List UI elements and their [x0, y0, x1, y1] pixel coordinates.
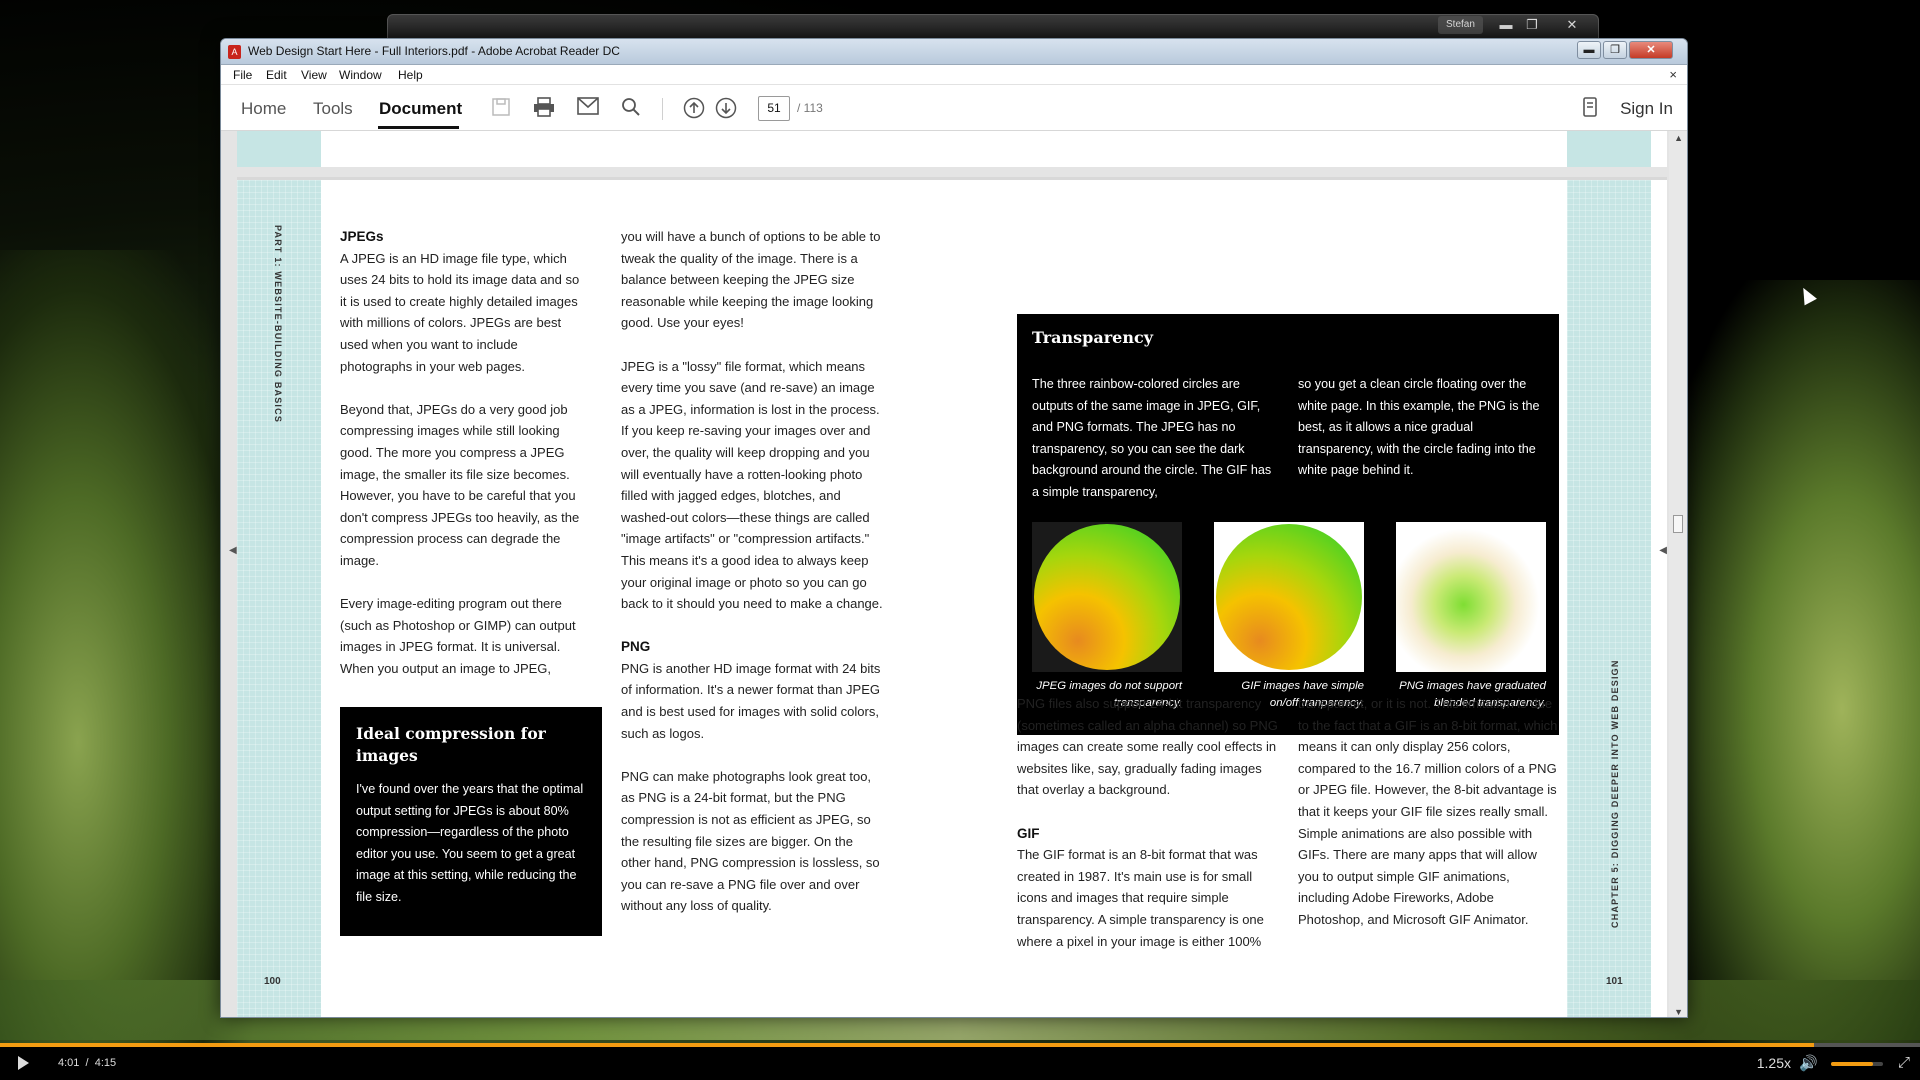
- acrobat-icon: A: [228, 45, 241, 59]
- jpeg-paragraph-3: Every image-editing program out there (s…: [340, 596, 576, 676]
- document-close-icon[interactable]: ×: [1669, 67, 1677, 82]
- scroll-up-icon[interactable]: ▲: [1674, 133, 1683, 143]
- playback-speed-button[interactable]: 1.25x: [1757, 1055, 1791, 1071]
- previous-page-margin-right: [1567, 131, 1651, 167]
- background-maximize-button[interactable]: ❐: [1520, 16, 1544, 34]
- right-column-2: transparent, or it is not. This limitati…: [1298, 693, 1560, 952]
- previous-page-margin-left: [237, 131, 321, 167]
- background-window: [387, 14, 1599, 40]
- toolbar: Home Tools Document 51 / 113 Sign In: [221, 85, 1687, 131]
- background-minimize-button[interactable]: ▬: [1494, 16, 1518, 34]
- search-icon[interactable]: [620, 97, 642, 119]
- play-icon[interactable]: [18, 1056, 29, 1070]
- transparency-text-2: so you get a clean circle floating over …: [1298, 377, 1540, 478]
- menu-bar: File Edit View Window Help ×: [221, 65, 1687, 85]
- document-area[interactable]: PART 1: WEBSITE-BUILDING BASICS CHAPTER …: [221, 131, 1687, 1017]
- left-page-number: 100: [264, 976, 281, 987]
- close-button[interactable]: ✕: [1629, 41, 1673, 59]
- menu-help[interactable]: Help: [398, 68, 423, 82]
- right-collapse-arrow[interactable]: ◀: [1659, 545, 1667, 556]
- active-tab-indicator: [378, 126, 459, 129]
- ideal-compression-title: Ideal compression for images: [356, 724, 546, 765]
- sign-in-button[interactable]: Sign In: [1620, 99, 1673, 119]
- current-time: 4:01: [58, 1057, 80, 1069]
- png-paragraph-1: PNG is another HD image format with 24 b…: [621, 660, 881, 741]
- video-controls: 4:01 / 4:15 1.25x 🔊 ⤢: [0, 1047, 1920, 1080]
- gif-paragraph: The GIF format is an 8-bit format that w…: [1017, 847, 1264, 949]
- png-example-image: [1396, 522, 1546, 672]
- page-total: / 113: [797, 101, 823, 115]
- menu-edit[interactable]: Edit: [266, 68, 287, 82]
- jpeg-continued-paragraph: you will have a bunch of options to be a…: [621, 229, 881, 331]
- maximize-button[interactable]: ❐: [1603, 41, 1627, 59]
- menu-window[interactable]: Window: [339, 68, 382, 82]
- left-column-2: you will have a bunch of options to be a…: [621, 226, 883, 939]
- background-leaf-right: [1660, 280, 1920, 1060]
- right-page-margin: [1567, 180, 1651, 1017]
- jpeg-example-image: [1032, 522, 1182, 672]
- scrollbar-thumb[interactable]: [1673, 515, 1683, 533]
- png-transparency-paragraph: PNG files also support 24-bit transparen…: [1017, 696, 1278, 798]
- jpeg-circle: [1034, 524, 1180, 670]
- video-time: 4:01 / 4:15: [58, 1057, 116, 1069]
- left-column-1: JPEGs A JPEG is an HD image file type, w…: [340, 226, 588, 701]
- fullscreen-icon[interactable]: ⤢: [1898, 1054, 1910, 1071]
- right-column-1: PNG files also support 24-bit transparen…: [1017, 693, 1279, 974]
- scroll-down-icon[interactable]: ▼: [1674, 1007, 1683, 1017]
- ideal-compression-body: I've found over the years that the optim…: [356, 782, 584, 904]
- window-title: Web Design Start Here - Full Interiors.p…: [248, 44, 620, 58]
- previous-page-strip: [237, 131, 1667, 167]
- left-running-header: PART 1: WEBSITE-BUILDING BASICS: [273, 225, 283, 424]
- save-icon[interactable]: [490, 97, 512, 119]
- volume-level: [1831, 1062, 1873, 1066]
- menu-view[interactable]: View: [301, 68, 327, 82]
- volume-icon[interactable]: 🔊: [1799, 1054, 1818, 1072]
- volume-slider[interactable]: [1831, 1062, 1883, 1066]
- transparency-sidebar: Transparency The three rainbow-colored c…: [1017, 314, 1559, 735]
- gif-circle: [1216, 524, 1362, 670]
- png-paragraph-2: PNG can make photographs look great too,…: [621, 768, 880, 914]
- next-page-icon[interactable]: [715, 97, 737, 119]
- title-bar: A Web Design Start Here - Full Interiors…: [221, 39, 1687, 65]
- page-number-input[interactable]: 51: [758, 96, 790, 121]
- gif-heading: GIF: [1017, 825, 1040, 841]
- jpeg-paragraph-2: Beyond that, JPEGs do a very good job co…: [340, 401, 580, 568]
- time-separator: /: [85, 1057, 89, 1069]
- background-close-button[interactable]: ✕: [1560, 16, 1584, 34]
- gif-example-image: [1214, 522, 1364, 672]
- left-collapse-arrow[interactable]: ◀: [229, 545, 237, 556]
- right-page-number: 101: [1606, 976, 1623, 987]
- total-time: 4:15: [94, 1057, 117, 1069]
- ideal-compression-sidebar: Ideal compression for images I've found …: [340, 707, 602, 936]
- transparency-text-1: The three rainbow-colored circles are ou…: [1032, 377, 1272, 499]
- tab-home[interactable]: Home: [241, 99, 286, 119]
- previous-page-icon[interactable]: [683, 97, 705, 119]
- print-icon[interactable]: [533, 97, 555, 119]
- right-running-header: CHAPTER 5: DIGGING DEEPER INTO WEB DESIG…: [1610, 659, 1620, 928]
- jpeg-lossy-paragraph: JPEG is a "lossy" file format, which mea…: [621, 358, 883, 612]
- email-icon[interactable]: [577, 97, 599, 119]
- transparency-title: Transparency: [1032, 328, 1154, 347]
- vertical-scrollbar[interactable]: ▲ ▼: [1669, 131, 1687, 1017]
- toolbar-separator: [662, 98, 663, 120]
- minimize-button[interactable]: ▬: [1577, 41, 1601, 59]
- png-heading: PNG: [621, 639, 651, 655]
- tab-tools[interactable]: Tools: [313, 99, 353, 119]
- background-user-badge: Stefan: [1438, 16, 1483, 34]
- pdf-page-spread: PART 1: WEBSITE-BUILDING BASICS CHAPTER …: [237, 177, 1667, 1017]
- gif-continued-paragraph: transparent, or it is not. This limitati…: [1298, 696, 1558, 927]
- jpegs-heading: JPEGs: [340, 229, 384, 244]
- png-circle: [1396, 522, 1546, 672]
- acrobat-window: A Web Design Start Here - Full Interiors…: [220, 38, 1688, 1018]
- jpeg-paragraph-1: A JPEG is an HD image file type, which u…: [340, 250, 580, 374]
- menu-file[interactable]: File: [233, 68, 252, 82]
- mobile-link-icon[interactable]: [1583, 97, 1597, 122]
- tab-document[interactable]: Document: [379, 99, 462, 119]
